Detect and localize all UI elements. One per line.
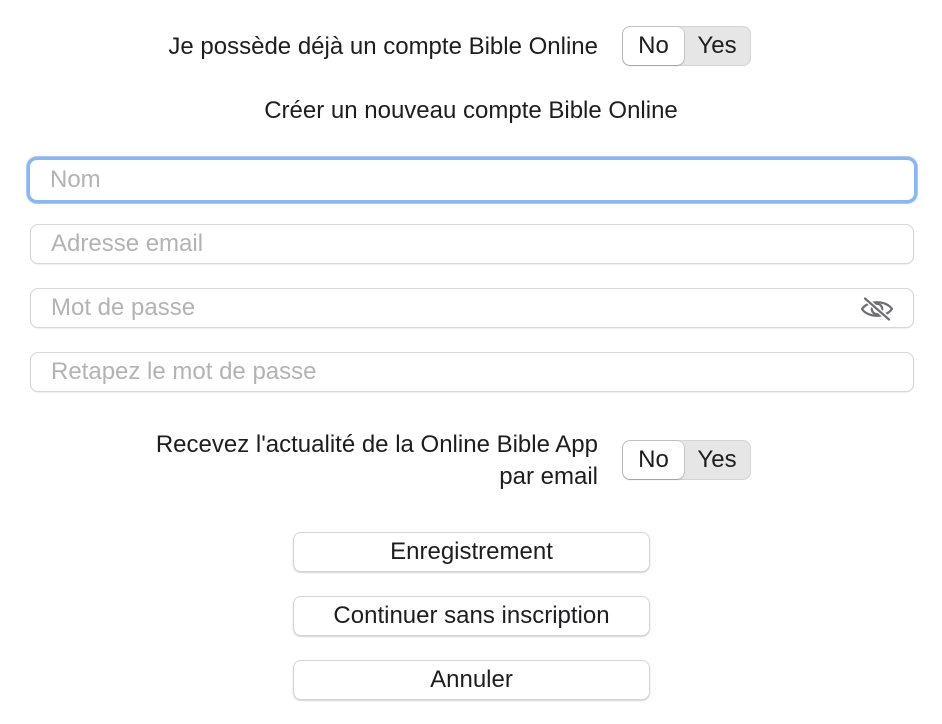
email-input[interactable]	[31, 225, 913, 263]
existing-account-toggle[interactable]: No Yes	[622, 26, 751, 66]
newsletter-toggle[interactable]: No Yes	[622, 440, 751, 480]
existing-account-yes-segment[interactable]: Yes	[684, 27, 750, 65]
cancel-button[interactable]: Annuler	[293, 660, 650, 700]
newsletter-label-line2: par email	[499, 463, 598, 490]
password-input[interactable]	[31, 289, 913, 327]
newsletter-label-line1: Recevez l'actualité de la Online Bible A…	[155, 431, 598, 458]
newsletter-no-segment[interactable]: No	[623, 441, 684, 479]
newsletter-yes-segment[interactable]: Yes	[684, 441, 750, 479]
eye-slash-icon[interactable]	[859, 296, 895, 322]
existing-account-label: Je possède déjà un compte Bible Online	[168, 33, 598, 60]
create-account-heading: Créer un nouveau compte Bible Online	[264, 97, 678, 124]
password-field[interactable]	[30, 288, 914, 328]
name-input[interactable]	[30, 160, 914, 200]
name-field[interactable]	[27, 157, 917, 203]
password-confirm-input[interactable]	[31, 353, 913, 391]
register-button[interactable]: Enregistrement	[293, 532, 650, 572]
newsletter-label: Recevez l'actualité de la Online Bible A…	[156, 429, 598, 493]
existing-account-no-segment[interactable]: No	[623, 27, 684, 65]
continue-without-signup-button[interactable]: Continuer sans inscription	[293, 596, 650, 636]
password-confirm-field[interactable]	[30, 352, 914, 392]
email-field[interactable]	[30, 224, 914, 264]
